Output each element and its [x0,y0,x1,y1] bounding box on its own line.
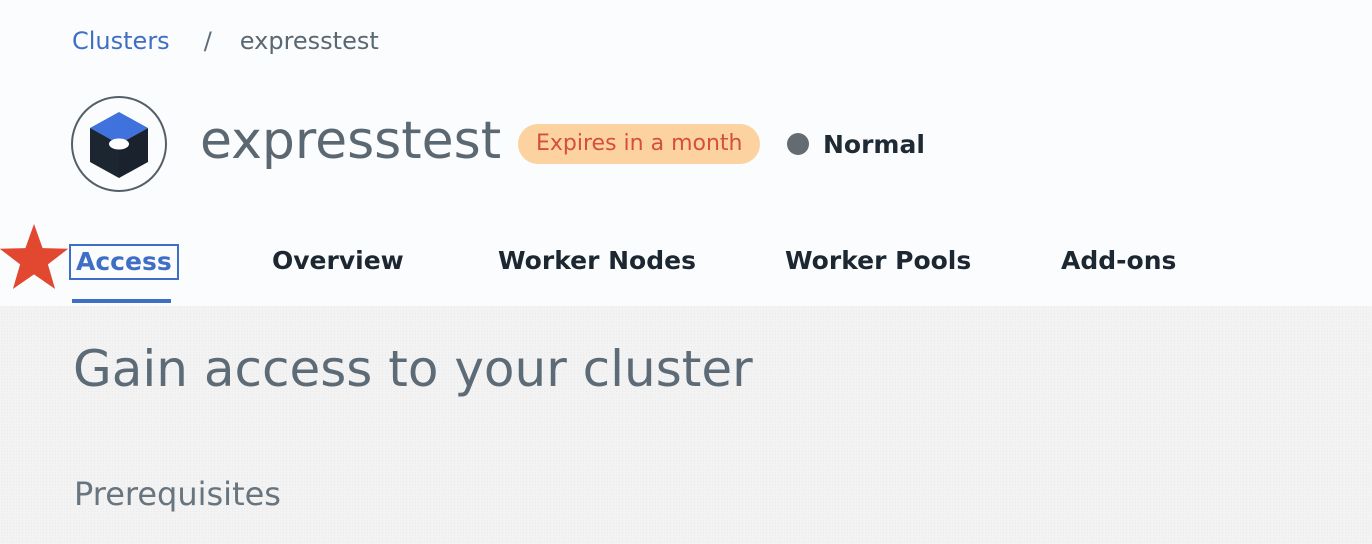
breadcrumb: Clusters / expresstest [72,24,379,58]
status-dot-icon [787,133,809,155]
breadcrumb-clusters-link[interactable]: Clusters [72,27,170,55]
cluster-status: Normal [787,126,925,162]
tab-overview[interactable]: Overview [272,244,404,278]
kubernetes-cube-icon [90,112,148,178]
tab-worker-pools[interactable]: Worker Pools [785,244,971,278]
active-tab-indicator [72,299,171,303]
tab-add-ons[interactable]: Add-ons [1061,244,1176,278]
cluster-avatar [71,96,167,192]
tab-worker-nodes[interactable]: Worker Nodes [498,244,696,278]
expiry-badge: Expires in a month [518,124,761,164]
cluster-title: expresstest [200,111,502,171]
page-heading: Gain access to your cluster [73,340,753,398]
star-icon [0,224,69,289]
tab-access[interactable]: Access [69,244,179,280]
breadcrumb-separator: / [203,27,212,55]
section-heading-prerequisites: Prerequisites [74,475,281,513]
status-label: Normal [823,129,925,159]
breadcrumb-current: expresstest [239,27,379,55]
